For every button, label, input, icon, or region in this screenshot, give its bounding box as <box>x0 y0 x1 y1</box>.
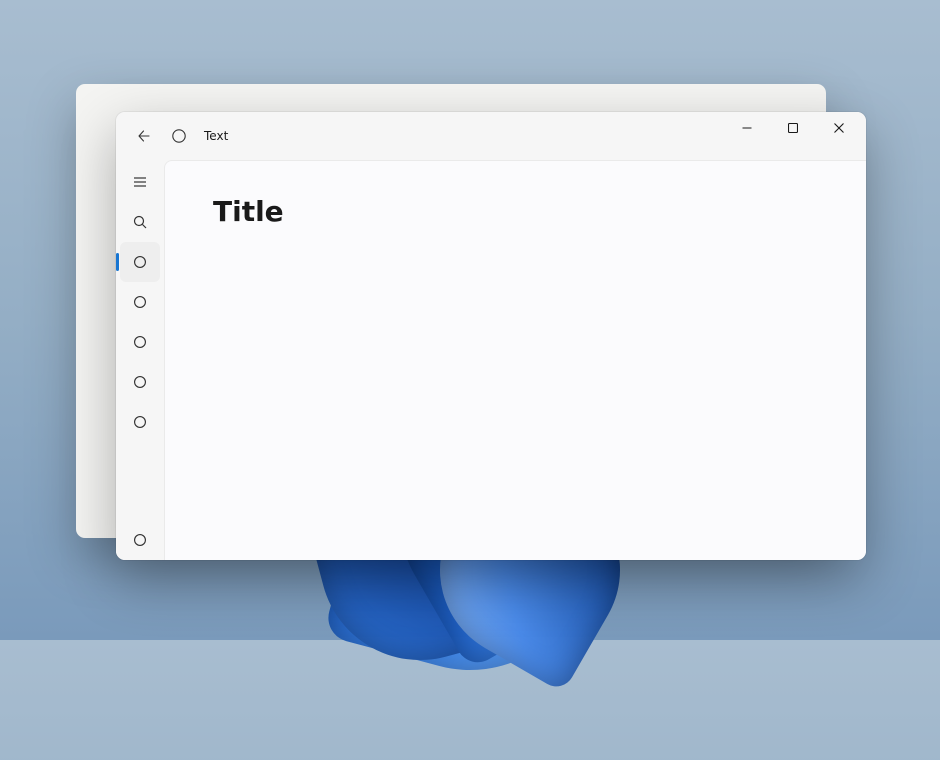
close-button[interactable] <box>816 112 862 144</box>
search-icon <box>132 214 148 230</box>
circle-icon <box>171 128 187 144</box>
app-title: Text <box>204 129 228 143</box>
nav-item-1[interactable] <box>120 242 160 282</box>
nav-item-2[interactable] <box>120 282 160 322</box>
nav-item-3[interactable] <box>120 322 160 362</box>
close-icon <box>834 123 844 133</box>
circle-icon <box>133 255 147 269</box>
circle-icon <box>133 295 147 309</box>
app-window: Text <box>116 112 866 560</box>
page-title: Title <box>213 195 818 228</box>
maximize-button[interactable] <box>770 112 816 144</box>
hamburger-icon <box>132 174 148 190</box>
minimize-icon <box>742 123 752 133</box>
caption-buttons <box>724 112 862 160</box>
content-area: Title <box>164 160 866 560</box>
app-icon <box>168 125 190 147</box>
nav-item-footer[interactable] <box>120 520 160 560</box>
back-arrow-icon <box>136 128 152 144</box>
nav-hamburger[interactable] <box>120 162 160 202</box>
circle-icon <box>133 335 147 349</box>
nav-rail <box>116 160 164 560</box>
circle-icon <box>133 415 147 429</box>
nav-item-4[interactable] <box>120 362 160 402</box>
maximize-icon <box>788 123 798 133</box>
circle-icon <box>133 533 147 547</box>
nav-search[interactable] <box>120 202 160 242</box>
titlebar[interactable]: Text <box>116 112 866 160</box>
back-button[interactable] <box>124 118 164 154</box>
nav-item-5[interactable] <box>120 402 160 442</box>
minimize-button[interactable] <box>724 112 770 144</box>
circle-icon <box>133 375 147 389</box>
